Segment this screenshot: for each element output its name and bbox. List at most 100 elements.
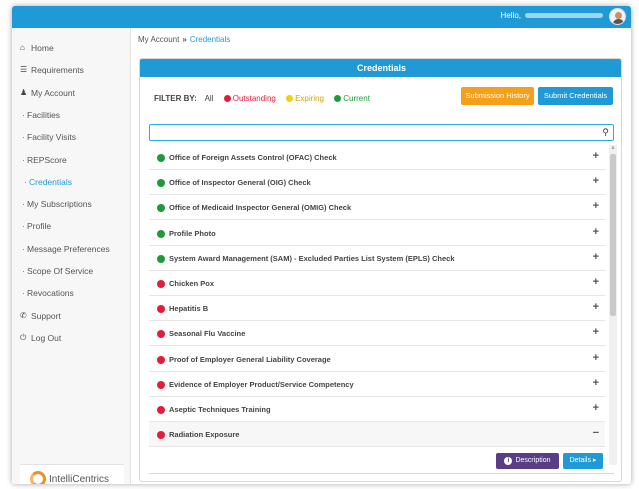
expand-icon[interactable]: + xyxy=(593,402,599,414)
credential-row[interactable]: Proof of Employer General Liability Cove… xyxy=(149,347,605,372)
credential-row[interactable]: Aseptic Techniques Training + xyxy=(149,397,605,422)
credential-row[interactable]: Radiation Exposure − xyxy=(149,422,605,448)
current-status-dot-icon xyxy=(157,229,165,238)
power-icon: ⏻ xyxy=(20,333,27,342)
sidebar-item-scope-of-service[interactable]: · Scope Of Service xyxy=(12,263,131,279)
bullet-icon: · xyxy=(22,110,25,120)
expand-icon[interactable]: + xyxy=(593,352,599,364)
sidebar-item-my-account[interactable]: ♟ My Account xyxy=(12,85,131,101)
credential-name: Seasonal Flu Vaccine xyxy=(169,329,246,339)
expand-icon[interactable]: + xyxy=(593,226,599,238)
green-status-dot-icon xyxy=(334,95,342,102)
intellicentrics-logo: IntelliCentrics xyxy=(20,464,124,484)
credential-row[interactable]: Evidence of Employer Product/Service Com… xyxy=(149,372,605,397)
bullet-icon: · xyxy=(22,199,25,209)
sidebar-item-profile[interactable]: · Profile xyxy=(12,218,131,234)
logo-ring-icon xyxy=(30,471,46,484)
expand-icon[interactable]: + xyxy=(593,301,599,313)
bullet-icon: · xyxy=(22,221,25,231)
sidebar-item-label: Facilities xyxy=(27,110,61,120)
expand-icon[interactable]: + xyxy=(593,200,599,212)
sidebar-item-credentials[interactable]: · Credentials xyxy=(12,174,131,190)
bullet-icon: · xyxy=(22,155,25,165)
outstanding-status-dot-icon xyxy=(157,330,165,339)
scroll-thumb[interactable] xyxy=(610,154,616,316)
sidebar-item-revocations[interactable]: · Revocations xyxy=(12,285,131,301)
expand-icon[interactable]: + xyxy=(593,175,599,187)
expand-icon[interactable]: + xyxy=(593,377,599,389)
avatar[interactable] xyxy=(609,8,626,25)
bullet-icon: · xyxy=(24,177,27,187)
credential-name: Office of Medicaid Inspector General (OM… xyxy=(169,203,352,213)
sidebar-item-requirements[interactable]: ☰ Requirements xyxy=(12,62,131,78)
app-window: Hello, IntelliCentrics ⌂ Home ☰ Requirement… xyxy=(12,6,631,484)
credential-row[interactable]: Office of Medicaid Inspector General (OM… xyxy=(149,195,605,221)
credential-row[interactable]: Profile Photo + xyxy=(149,221,605,246)
filter-current[interactable]: Current xyxy=(334,94,370,103)
credentials-panel: Credentials FILTER BY: All Outstanding E… xyxy=(139,58,622,482)
credential-row[interactable]: Chicken Pox + xyxy=(149,271,605,296)
credential-row[interactable]: Hepatitis B + xyxy=(149,296,605,322)
phone-icon: ✆ xyxy=(20,311,27,320)
expand-icon[interactable]: + xyxy=(593,150,599,162)
sidebar-item-support[interactable]: ✆ Support xyxy=(12,308,131,324)
breadcrumb-parent[interactable]: My Account xyxy=(138,35,179,44)
breadcrumb-current[interactable]: Credentials xyxy=(190,35,230,44)
filter-expiring[interactable]: Expiring xyxy=(286,94,324,103)
sidebar-item-facility-visits[interactable]: · Facility Visits xyxy=(12,129,131,145)
search-input[interactable] xyxy=(154,127,594,138)
redacted-username xyxy=(525,13,603,19)
expand-icon[interactable]: + xyxy=(593,276,599,288)
sidebar-item-facilities[interactable]: · Facilities xyxy=(12,107,131,123)
description-button[interactable]: i Description xyxy=(496,453,559,469)
search-box: ⚲ xyxy=(149,124,614,141)
bullet-icon: · xyxy=(22,132,25,142)
sidebar-item-my-subscriptions[interactable]: · My Subscriptions xyxy=(12,196,131,212)
sidebar-item-label: Credentials xyxy=(29,177,72,187)
home-icon: ⌂ xyxy=(20,43,25,52)
sidebar-item-home[interactable]: ⌂ Home xyxy=(12,40,131,56)
outstanding-status-dot-icon xyxy=(157,355,165,364)
sidebar-item-label: Revocations xyxy=(27,288,74,298)
list-icon: ☰ xyxy=(20,65,28,74)
credential-name: System Award Management (SAM) - Excluded… xyxy=(169,253,455,263)
sidebar: IntelliCentrics ⌂ Home ☰ Requirements ♟ My Ac… xyxy=(12,28,131,484)
sidebar-item-label: Home xyxy=(31,43,54,53)
bullet-icon: · xyxy=(22,288,25,298)
filter-outstanding[interactable]: Outstanding xyxy=(223,94,276,103)
credential-row[interactable]: Seasonal Flu Vaccine + xyxy=(149,321,605,347)
sidebar-item-repscore[interactable]: · REPScore xyxy=(12,152,131,168)
details-button[interactable]: Details ▸ xyxy=(563,453,603,469)
user-greeting[interactable]: Hello, xyxy=(501,11,603,20)
credential-row[interactable]: Office of Inspector General (OIG) Check + xyxy=(149,170,605,196)
submission-history-button[interactable]: Submission History xyxy=(461,87,534,105)
sidebar-item-label: Facility Visits xyxy=(27,132,76,142)
current-status-dot-icon xyxy=(157,179,165,188)
scroll-up-arrow-icon[interactable]: ▲ xyxy=(609,145,617,152)
submit-credentials-button[interactable]: Submit Credentials xyxy=(538,87,613,105)
credential-name: Aseptic Techniques Training xyxy=(169,405,271,414)
outstanding-status-dot-icon xyxy=(157,380,165,389)
breadcrumb: My Account» Credentials xyxy=(138,35,230,44)
sidebar-item-label: My Subscriptions xyxy=(27,199,92,209)
credential-name: Proof of Employer General Liability Cove… xyxy=(169,354,331,364)
collapse-icon[interactable]: − xyxy=(593,427,599,439)
divider xyxy=(149,473,614,474)
sidebar-item-message-preferences[interactable]: · Message Preferences xyxy=(12,241,131,257)
outstanding-status-dot-icon xyxy=(157,431,165,440)
expand-icon[interactable]: + xyxy=(593,326,599,338)
top-bar: Hello, xyxy=(12,6,631,28)
filter-all[interactable]: All xyxy=(205,94,214,103)
filter-bar: FILTER BY: All Outstanding Expiring Curr… xyxy=(154,94,370,103)
credential-name: Hepatitis B xyxy=(169,304,209,314)
current-status-dot-icon xyxy=(157,154,165,162)
credential-row[interactable]: System Award Management (SAM) - Excluded… xyxy=(149,246,605,271)
credentials-list: Office of Foreign Assets Control (OFAC) … xyxy=(149,145,605,465)
current-status-dot-icon xyxy=(157,254,165,263)
sidebar-item-log-out[interactable]: ⏻ Log Out xyxy=(12,330,131,346)
expand-icon[interactable]: + xyxy=(593,251,599,263)
search-icon[interactable]: ⚲ xyxy=(602,127,609,138)
credential-row[interactable]: Office of Foreign Assets Control (OFAC) … xyxy=(149,145,605,170)
red-status-dot-icon xyxy=(223,95,231,102)
scrollbar[interactable]: ▲ xyxy=(609,145,617,465)
